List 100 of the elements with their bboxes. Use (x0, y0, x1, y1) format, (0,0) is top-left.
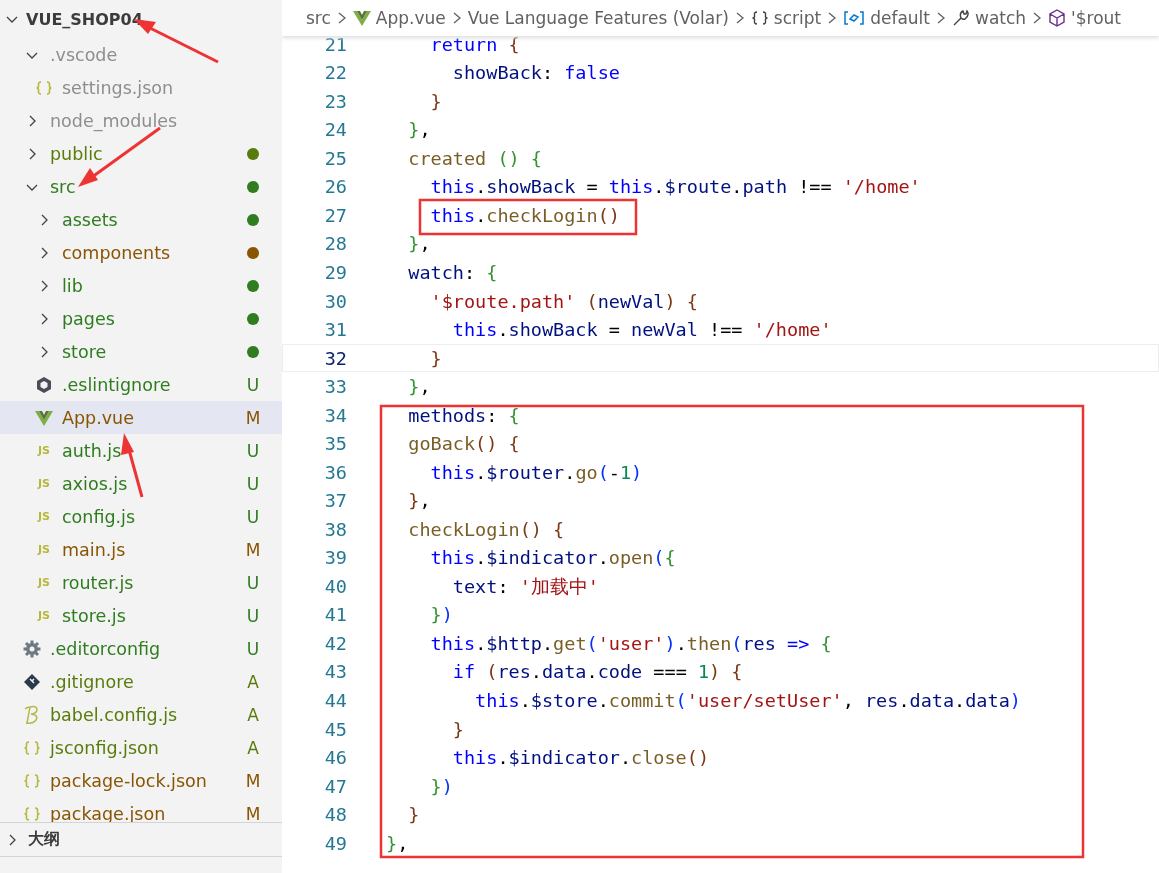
file-name: settings.json (62, 77, 174, 98)
gear-icon (23, 639, 41, 658)
git-status-letter: U (245, 605, 261, 626)
file-name: jsconfig.json (50, 737, 159, 758)
chevron-right-icon (827, 10, 838, 26)
breadcrumb-item[interactable]: watch (952, 8, 1027, 28)
file-name: main.js (62, 539, 126, 560)
file-tree-item[interactable]: JS auth.js U (0, 434, 282, 467)
file-name: lib (62, 275, 83, 296)
line-number: 38 (323, 518, 347, 540)
line-number: 42 (323, 632, 347, 654)
code-line: this.$router.go(-1) (430, 461, 643, 483)
git-status-letter: U (245, 374, 261, 395)
vue-logo-icon (35, 409, 53, 426)
project-header[interactable]: VUE_SHOP04 (0, 0, 282, 38)
code-line: } (452, 718, 464, 740)
line-number: 33 (323, 376, 347, 398)
file-tree-item[interactable]: public (0, 137, 282, 170)
code-line: showBack: false (452, 62, 620, 84)
code-line: }, (408, 376, 431, 398)
file-tree-item[interactable]: assets (0, 203, 282, 236)
line-number: 46 (323, 747, 347, 769)
line-number: 22 (323, 62, 347, 84)
line-number: 28 (323, 233, 347, 255)
wrench-icon (952, 9, 970, 27)
git-status-letter: U (245, 473, 261, 494)
js-icon: JS (38, 543, 50, 556)
chevron-right-icon (336, 10, 347, 26)
breadcrumb-item[interactable]: App.vue (352, 8, 446, 28)
js-icon: JS (38, 609, 50, 622)
line-number: 41 (323, 604, 347, 626)
file-name: App.vue (62, 407, 134, 428)
file-tree-item[interactable]: App.vue M (0, 401, 282, 434)
file-name: public (50, 143, 103, 164)
file-name: pages (62, 308, 115, 329)
file-tree-item[interactable]: jsconfig.json A (0, 731, 282, 764)
git-status-letter: A (246, 704, 260, 725)
line-number: 43 (323, 661, 347, 683)
file-name: node_modules (50, 110, 178, 131)
file-tree-item[interactable]: babel.config.js A (0, 698, 282, 731)
file-tree-item[interactable]: JS main.js M (0, 533, 282, 566)
git-status-letter: M (244, 770, 262, 791)
file-name: auth.js (62, 440, 122, 461)
vue-logo-icon (352, 10, 371, 26)
git-status-letter: M (244, 803, 262, 822)
code-line: }, (386, 832, 409, 854)
line-number: 49 (323, 832, 347, 854)
breadcrumb-item[interactable]: script (750, 8, 822, 28)
file-tree-item[interactable]: .eslintignore U (0, 368, 282, 401)
file-tree-item[interactable]: JS router.js U (0, 566, 282, 599)
line-number: 35 (323, 433, 347, 455)
git-status-letter: M (244, 407, 262, 428)
line-number: 48 (323, 804, 347, 826)
file-name: .vscode (50, 44, 118, 65)
chevron-right-icon (734, 10, 745, 26)
code-line: this.showBack = this.$route.path !== '/home' (430, 176, 921, 198)
code-line: goBack() { (408, 433, 520, 455)
code-line: this.showBack = newVal !== '/home' (452, 319, 832, 341)
js-icon: JS (38, 477, 50, 490)
file-name: .gitignore (50, 671, 134, 692)
file-tree-item[interactable]: .vscode (0, 38, 282, 71)
file-tree-item[interactable]: pages (0, 302, 282, 335)
file-name: src (50, 176, 76, 197)
code-line: if (res.data.code === 1) { (452, 661, 743, 683)
file-tree-item[interactable]: JS config.js U (0, 500, 282, 533)
line-number: 36 (323, 461, 347, 483)
cube-icon (1048, 9, 1067, 27)
breadcrumb-item[interactable]: Vue Language Features (Volar) (467, 8, 729, 28)
breadcrumb-item[interactable]: '$rout (1048, 8, 1122, 28)
js-icon: JS (38, 576, 50, 589)
file-tree-item[interactable]: settings.json (0, 71, 282, 104)
line-number: 21 (323, 33, 347, 55)
chevron-right-icon (936, 10, 946, 26)
diamond-icon (23, 672, 41, 691)
line-number: 27 (323, 204, 347, 226)
file-tree-item[interactable]: JS store.js U (0, 599, 282, 632)
file-tree-item[interactable]: .gitignore A (0, 665, 282, 698)
chevron-right-icon (451, 10, 462, 26)
file-tree-item[interactable]: node_modules (0, 104, 282, 137)
file-tree-item[interactable]: components (0, 236, 282, 269)
line-number: 24 (323, 119, 347, 141)
file-tree-item[interactable]: package-lock.json M (0, 764, 282, 797)
code-line: '$route.path' (newVal) { (430, 290, 698, 312)
line-number: 47 (323, 775, 347, 797)
braces-icon (23, 739, 41, 756)
line-number: 26 (323, 176, 347, 198)
file-name: .eslintignore (62, 374, 171, 395)
file-tree-item[interactable]: lib (0, 269, 282, 302)
line-number: 40 (323, 575, 347, 597)
git-status-letter: U (245, 638, 261, 659)
js-icon: JS (38, 444, 50, 457)
breadcrumb-item[interactable]: default (843, 8, 930, 28)
line-number: 34 (323, 404, 347, 426)
code-line: this.$indicator.open({ (430, 547, 676, 569)
file-tree-item[interactable]: store (0, 335, 282, 368)
breadcrumb-item[interactable]: src (306, 8, 331, 28)
file-tree-item[interactable]: .editorconfig U (0, 632, 282, 665)
code-line: this.$indicator.close() (452, 747, 710, 769)
file-tree-item[interactable]: JS axios.js U (0, 467, 282, 500)
file-name: router.js (62, 572, 134, 593)
